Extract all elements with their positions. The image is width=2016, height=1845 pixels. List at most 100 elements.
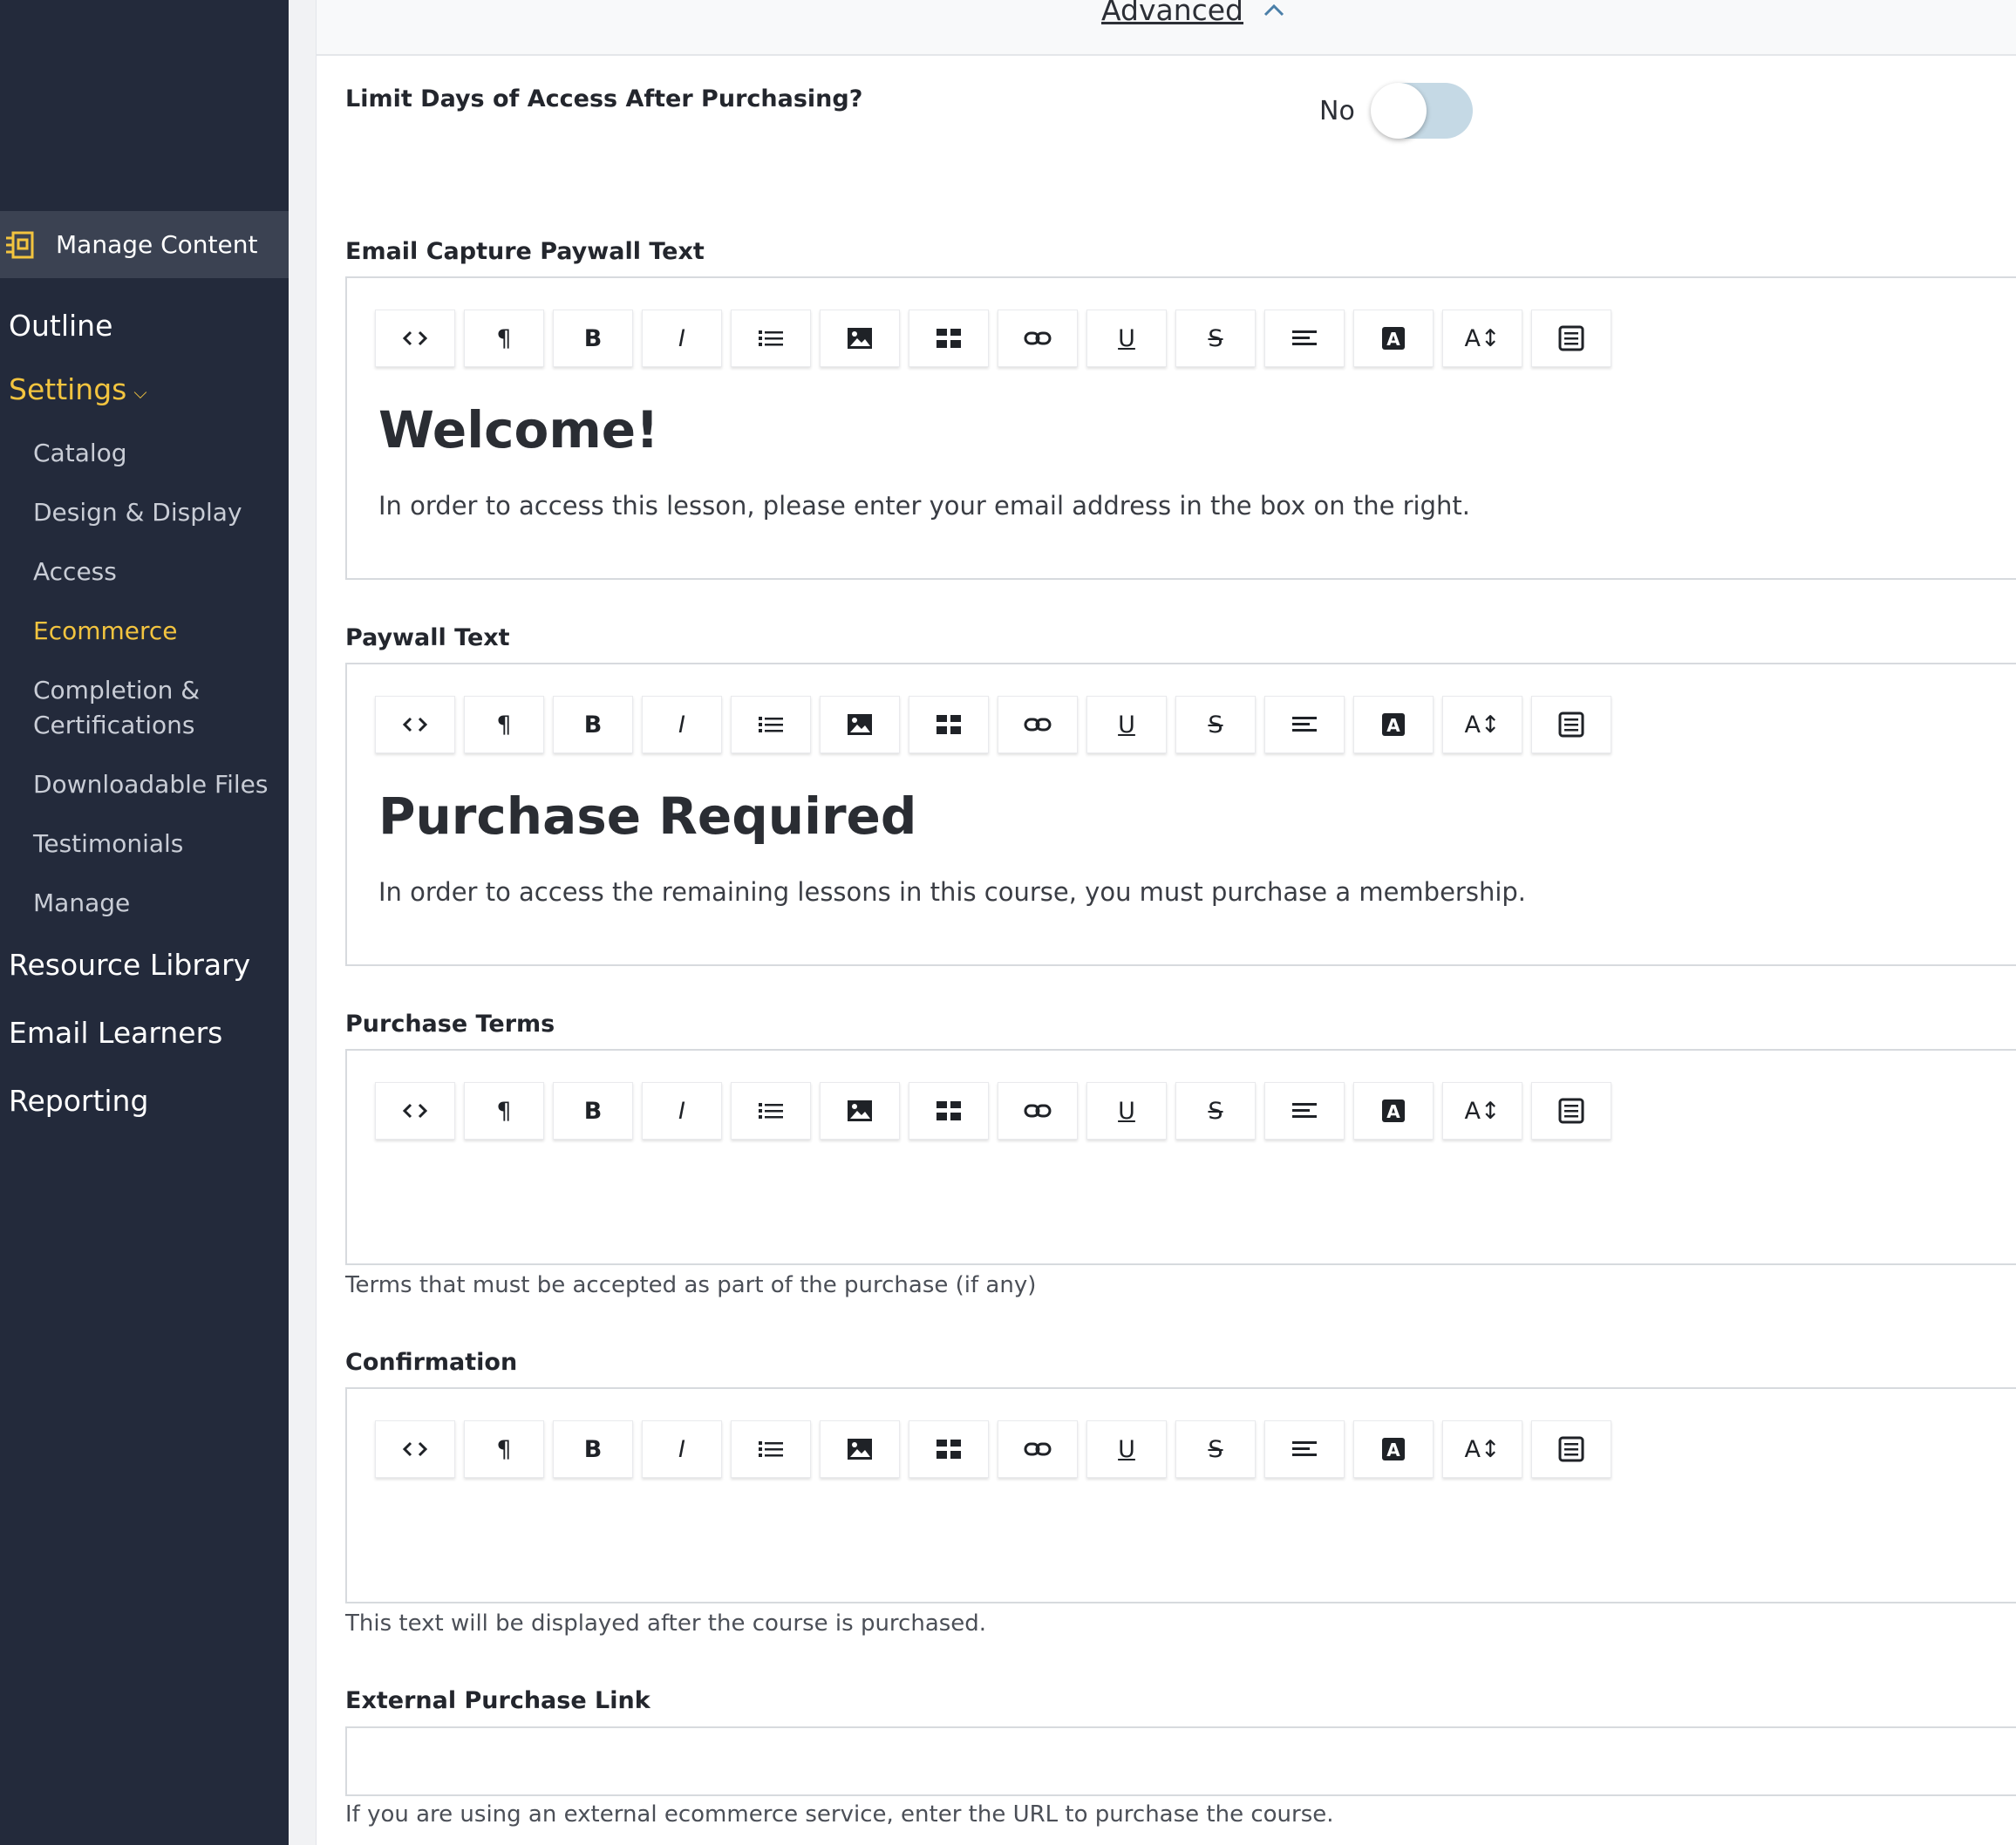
strikethrough-icon[interactable]: S <box>1175 1420 1256 1478</box>
link-icon[interactable] <box>998 1420 1078 1478</box>
editor-toolbar: ¶ B I U S A A↕ <box>375 1420 1620 1478</box>
completion-line-2: Certifications <box>33 711 195 739</box>
link-icon[interactable] <box>998 1082 1078 1140</box>
font-color-icon[interactable]: A <box>1353 1420 1434 1478</box>
paragraph-icon[interactable]: ¶ <box>464 310 544 367</box>
italic-icon[interactable]: I <box>642 1420 722 1478</box>
italic-icon[interactable]: I <box>642 1082 722 1140</box>
completion-line-1: Completion & <box>33 676 201 705</box>
limit-days-toggle[interactable] <box>1370 83 1473 139</box>
align-icon[interactable] <box>1264 696 1345 753</box>
font-size-icon[interactable]: A↕ <box>1442 1420 1522 1478</box>
limit-days-toggle-group: No <box>1319 83 1473 139</box>
code-icon[interactable] <box>375 696 455 753</box>
sidebar-item-ecommerce[interactable]: Ecommerce <box>33 614 178 649</box>
confirmation-label: Confirmation <box>345 1349 518 1376</box>
image-icon[interactable] <box>820 696 900 753</box>
limit-days-value: No <box>1319 95 1355 126</box>
italic-icon[interactable]: I <box>642 310 722 367</box>
svg-text:A: A <box>1386 1101 1400 1122</box>
purchase-terms-label: Purchase Terms <box>345 1011 555 1038</box>
underline-icon[interactable]: U <box>1086 696 1167 753</box>
editor-toolbar: ¶ B I U S A A↕ <box>375 310 1620 367</box>
purchase-terms-editor[interactable]: ¶ B I U S A A↕ <box>345 1049 2016 1265</box>
sidebar-item-catalog[interactable]: Catalog <box>33 436 127 471</box>
formatting-icon[interactable] <box>1531 1420 1611 1478</box>
sidebar-item-completion[interactable]: Completion & Certifications <box>33 673 200 743</box>
manage-content-item[interactable]: Manage Content <box>0 211 289 278</box>
table-icon[interactable] <box>909 1420 989 1478</box>
align-icon[interactable] <box>1264 1420 1345 1478</box>
email-capture-editor[interactable]: ¶ B I U S A A↕ Welcome! In order to acce… <box>345 276 2016 580</box>
strikethrough-icon[interactable]: S <box>1175 1082 1256 1140</box>
main-content: Advanced Limit Days of Access After Purc… <box>316 0 2016 1845</box>
list-icon[interactable] <box>731 1420 811 1478</box>
strikethrough-icon[interactable]: S <box>1175 696 1256 753</box>
table-icon[interactable] <box>909 1082 989 1140</box>
advanced-label: Advanced <box>1101 0 1244 27</box>
editor-toolbar: ¶ B I U S A A↕ <box>375 1082 1620 1140</box>
image-icon[interactable] <box>820 1420 900 1478</box>
sidebar: Manage Content Outline Settings ⌵ Catalo… <box>0 0 289 1845</box>
sidebar-item-testimonials[interactable]: Testimonials <box>33 827 183 861</box>
list-icon[interactable] <box>731 1082 811 1140</box>
underline-icon[interactable]: U <box>1086 1082 1167 1140</box>
formatting-icon[interactable] <box>1531 310 1611 367</box>
formatting-icon[interactable] <box>1531 696 1611 753</box>
link-icon[interactable] <box>998 310 1078 367</box>
align-icon[interactable] <box>1264 310 1345 367</box>
underline-icon[interactable]: U <box>1086 310 1167 367</box>
sidebar-item-email-learners[interactable]: Email Learners <box>9 1016 222 1050</box>
code-icon[interactable] <box>375 1082 455 1140</box>
font-size-icon[interactable]: A↕ <box>1442 696 1522 753</box>
font-color-icon[interactable]: A <box>1353 1082 1434 1140</box>
image-icon[interactable] <box>820 310 900 367</box>
list-icon[interactable] <box>731 310 811 367</box>
link-icon[interactable] <box>998 696 1078 753</box>
strikethrough-icon[interactable]: S <box>1175 310 1256 367</box>
manage-content-icon <box>5 230 35 260</box>
sidebar-item-outline[interactable]: Outline <box>9 309 112 343</box>
settings-label: Settings <box>9 372 127 406</box>
paragraph-icon[interactable]: ¶ <box>464 696 544 753</box>
sidebar-item-reporting[interactable]: Reporting <box>9 1084 148 1118</box>
paragraph-icon[interactable]: ¶ <box>464 1082 544 1140</box>
confirmation-editor[interactable]: ¶ B I U S A A↕ <box>345 1387 2016 1603</box>
sidebar-item-resource-library[interactable]: Resource Library <box>9 948 250 982</box>
toggle-knob <box>1370 83 1427 139</box>
sidebar-item-settings[interactable]: Settings ⌵ <box>9 372 147 406</box>
sidebar-item-downloadable-files[interactable]: Downloadable Files <box>33 767 268 802</box>
email-capture-label: Email Capture Paywall Text <box>345 238 705 265</box>
font-size-icon[interactable]: A↕ <box>1442 310 1522 367</box>
formatting-icon[interactable] <box>1531 1082 1611 1140</box>
font-size-icon[interactable]: A↕ <box>1442 1082 1522 1140</box>
bold-icon[interactable]: B <box>553 1082 633 1140</box>
sidebar-item-manage[interactable]: Manage <box>33 886 130 921</box>
bold-icon[interactable]: B <box>553 696 633 753</box>
italic-icon[interactable]: I <box>642 696 722 753</box>
underline-icon[interactable]: U <box>1086 1420 1167 1478</box>
sidebar-item-access[interactable]: Access <box>33 555 117 589</box>
external-link-input[interactable] <box>345 1726 2016 1796</box>
limit-days-label: Limit Days of Access After Purchasing? <box>345 85 863 112</box>
gutter <box>289 0 316 1845</box>
align-icon[interactable] <box>1264 1082 1345 1140</box>
purchase-terms-help: Terms that must be accepted as part of t… <box>345 1272 1037 1298</box>
editor-toolbar: ¶ B I U S A A↕ <box>375 696 1620 753</box>
bold-icon[interactable]: B <box>553 310 633 367</box>
list-icon[interactable] <box>731 696 811 753</box>
font-color-icon[interactable]: A <box>1353 310 1434 367</box>
table-icon[interactable] <box>909 310 989 367</box>
bold-icon[interactable]: B <box>553 1420 633 1478</box>
image-icon[interactable] <box>820 1082 900 1140</box>
code-icon[interactable] <box>375 1420 455 1478</box>
font-color-icon[interactable]: A <box>1353 696 1434 753</box>
paywall-editor[interactable]: ¶ B I U S A A↕ Purchase Required In orde… <box>345 663 2016 966</box>
sidebar-item-design-display[interactable]: Design & Display <box>33 495 242 530</box>
svg-text:A: A <box>1386 329 1400 350</box>
advanced-toggle[interactable]: Advanced <box>1101 0 1285 27</box>
code-icon[interactable] <box>375 310 455 367</box>
paragraph-icon[interactable]: ¶ <box>464 1420 544 1478</box>
confirmation-help: This text will be displayed after the co… <box>345 1610 987 1637</box>
table-icon[interactable] <box>909 696 989 753</box>
